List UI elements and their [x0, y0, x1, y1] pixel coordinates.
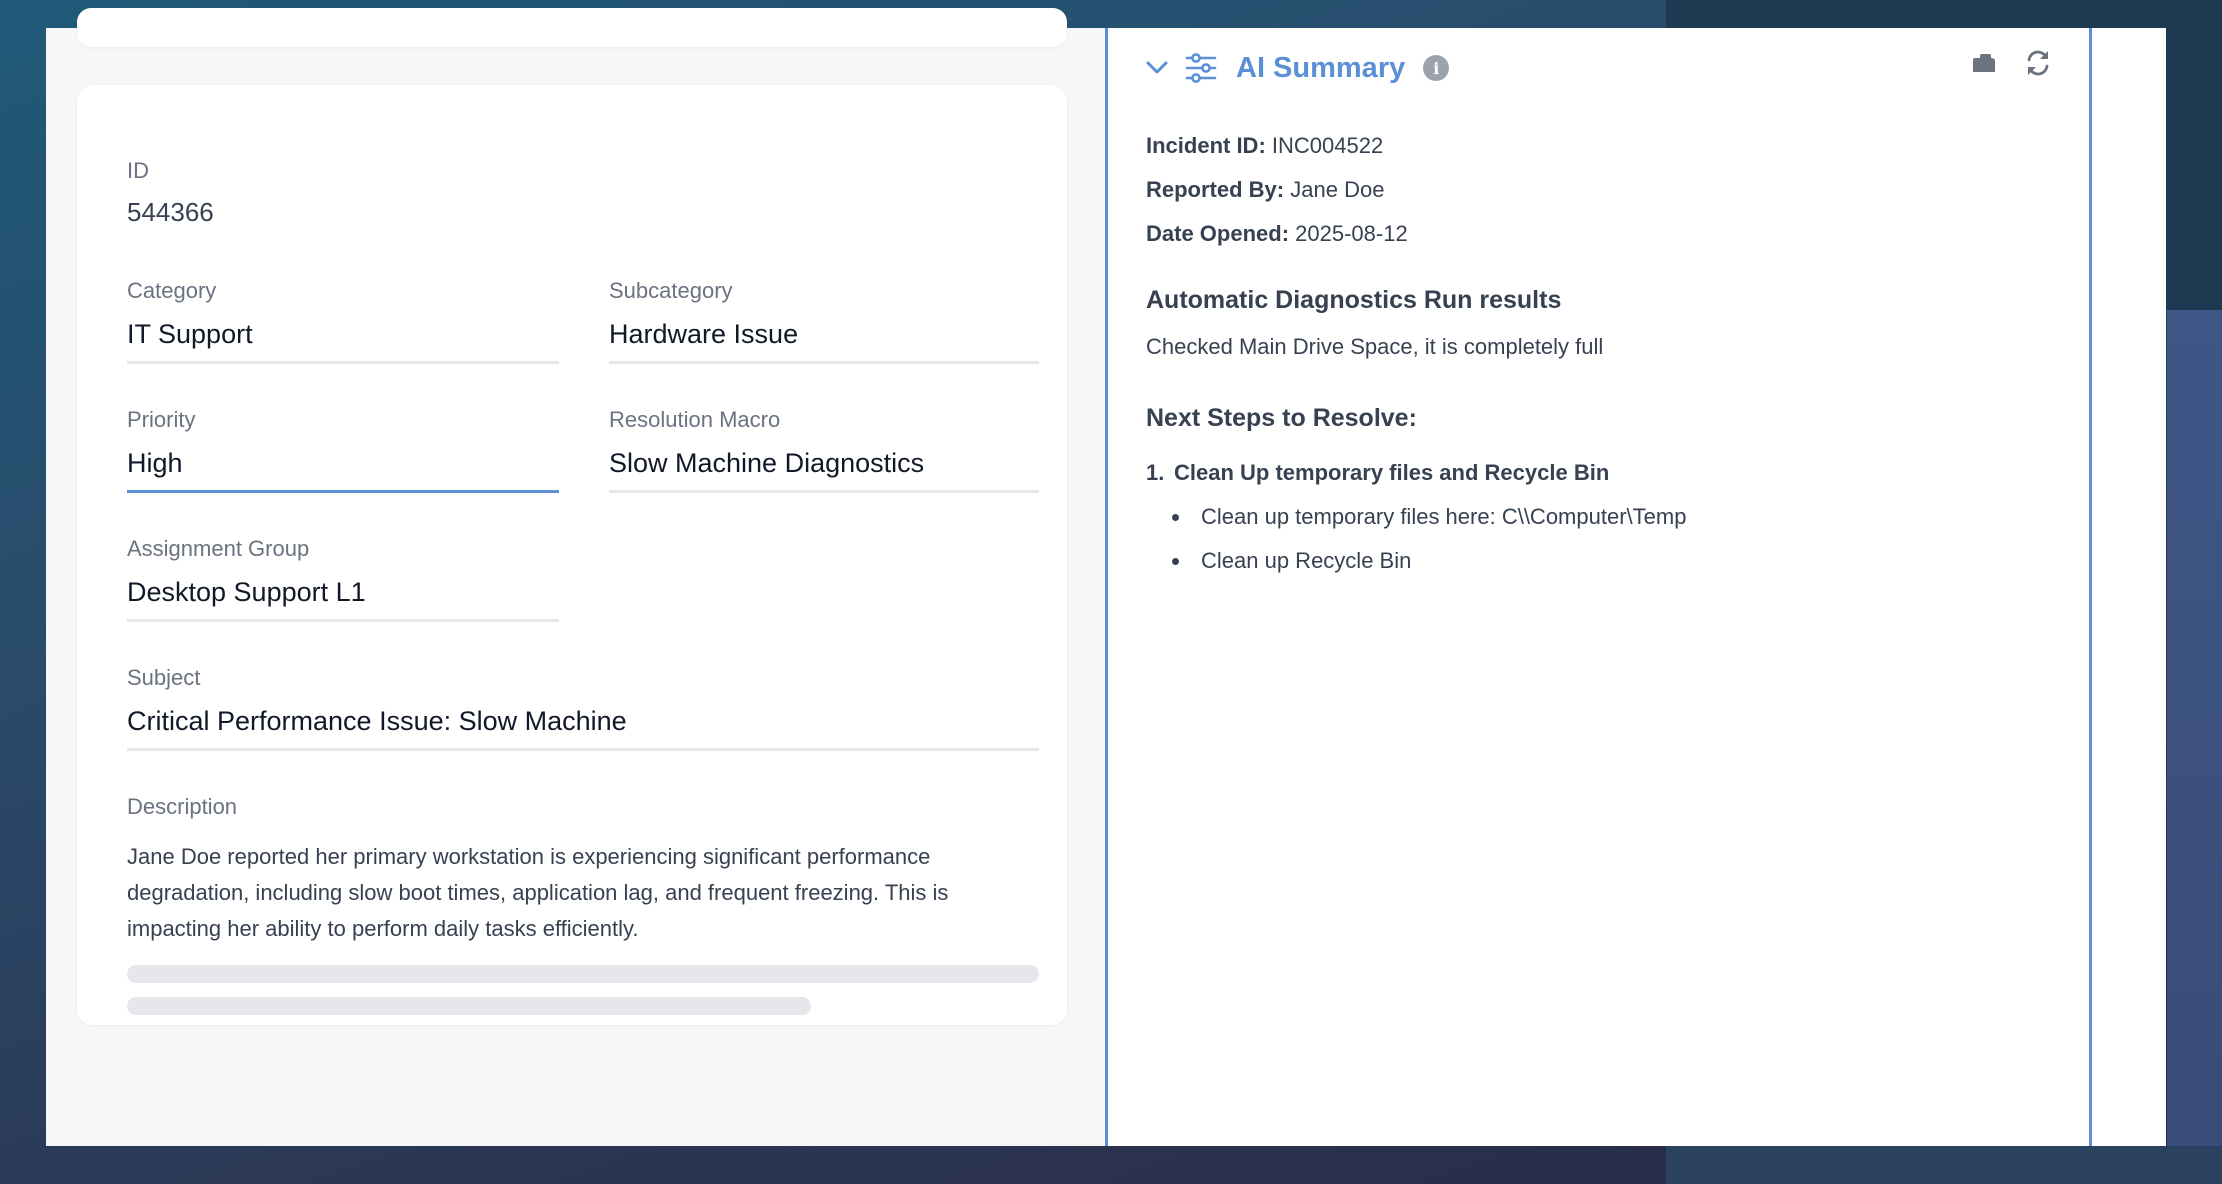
subject-field[interactable]: Subject Critical Performance Issue: Slow…	[127, 664, 1039, 751]
ai-summary-panel: AI Summary i Incident ID: INC004522 Repo…	[1105, 28, 2092, 1146]
step-title: 1. Clean Up temporary files and Recycle B…	[1146, 458, 2046, 488]
copy-icon[interactable]	[1969, 48, 1999, 78]
subcategory-label: Subcategory	[609, 278, 733, 303]
next-steps-heading: Next Steps to Resolve:	[1146, 404, 1417, 432]
ai-summary-content: Incident ID: INC004522 Reported By: Jane…	[1146, 132, 2046, 590]
background-panel-right	[2167, 310, 2222, 1184]
category-value[interactable]: IT Support	[127, 317, 559, 364]
resolution-macro-field[interactable]: Resolution Macro Slow Machine Diagnostic…	[609, 406, 1039, 493]
next-steps-list: 1. Clean Up temporary files and Recycle B…	[1146, 458, 2046, 576]
info-icon[interactable]: i	[1423, 55, 1450, 81]
diagnostics-heading: Automatic Diagnostics Run results	[1146, 286, 1562, 314]
subject-value[interactable]: Critical Performance Issue: Slow Machine	[127, 704, 1039, 751]
incident-form-pane: ID 544366 Category IT Support Subcategor…	[46, 8, 1105, 1146]
id-label: ID	[127, 158, 149, 183]
background-panel-bottom-right	[1666, 1146, 2222, 1184]
reported-by-value: Jane Doe	[1290, 177, 1385, 202]
loading-skeleton-line	[127, 965, 1039, 983]
subcategory-value[interactable]: Hardware Issue	[609, 317, 1039, 364]
priority-label: Priority	[127, 407, 196, 432]
list-item: Clean up Recycle Bin	[1172, 546, 2046, 576]
description-field[interactable]: Description Jane Doe reported her primar…	[127, 793, 1039, 947]
list-item: Clean up temporary files here: C\\Comput…	[1172, 502, 2046, 532]
app-window: ID 544366 Category IT Support Subcategor…	[46, 8, 2166, 1146]
priority-value[interactable]: High	[127, 446, 559, 493]
incident-id-value: INC004522	[1271, 133, 1384, 158]
incident-details-card: ID 544366 Category IT Support Subcategor…	[77, 85, 1067, 1025]
ai-summary-header: AI Summary i	[1144, 46, 1450, 90]
refresh-icon[interactable]	[2023, 48, 2053, 78]
sliders-icon[interactable]	[1184, 51, 1218, 85]
incident-id-key: Incident ID:	[1146, 133, 1266, 158]
resolution-macro-value[interactable]: Slow Machine Diagnostics	[609, 446, 1039, 493]
chevron-down-icon[interactable]	[1144, 55, 1170, 81]
subcategory-field[interactable]: Subcategory Hardware Issue	[609, 277, 1039, 364]
assignment-group-label: Assignment Group	[127, 536, 310, 561]
reported-by-key: Reported By:	[1146, 177, 1285, 202]
incident-id-line: Incident ID: INC004522	[1146, 132, 2046, 160]
id-field: ID 544366	[127, 157, 214, 229]
assignment-group-value[interactable]: Desktop Support L1	[127, 575, 559, 622]
assignment-group-field[interactable]: Assignment Group Desktop Support L1	[127, 535, 559, 622]
step-title-text: Clean Up temporary files and Recycle Bin	[1174, 460, 1610, 485]
step-bullets: Clean up temporary files here: C\\Comput…	[1146, 502, 2046, 576]
ai-summary-actions	[1969, 48, 2053, 78]
category-label: Category	[127, 278, 217, 303]
description-value[interactable]: Jane Doe reported her primary workstatio…	[127, 839, 1039, 947]
reported-by-line: Reported By: Jane Doe	[1146, 176, 2046, 204]
priority-field[interactable]: Priority High	[127, 406, 559, 493]
subject-label: Subject	[127, 665, 201, 690]
ai-summary-title: AI Summary	[1236, 51, 1406, 84]
category-field[interactable]: Category IT Support	[127, 277, 559, 364]
date-opened-value: 2025-08-12	[1295, 221, 1408, 246]
date-opened-line: Date Opened: 2025-08-12	[1146, 220, 2046, 248]
previous-card	[77, 8, 1067, 47]
diagnostics-text: Checked Main Drive Space, it is complete…	[1146, 334, 1604, 359]
step-number: 1.	[1146, 460, 1165, 485]
date-opened-key: Date Opened:	[1146, 221, 1290, 246]
resolution-macro-label: Resolution Macro	[609, 407, 781, 432]
id-value: 544366	[127, 197, 214, 227]
description-label: Description	[127, 794, 238, 819]
loading-skeleton-line	[127, 997, 811, 1015]
